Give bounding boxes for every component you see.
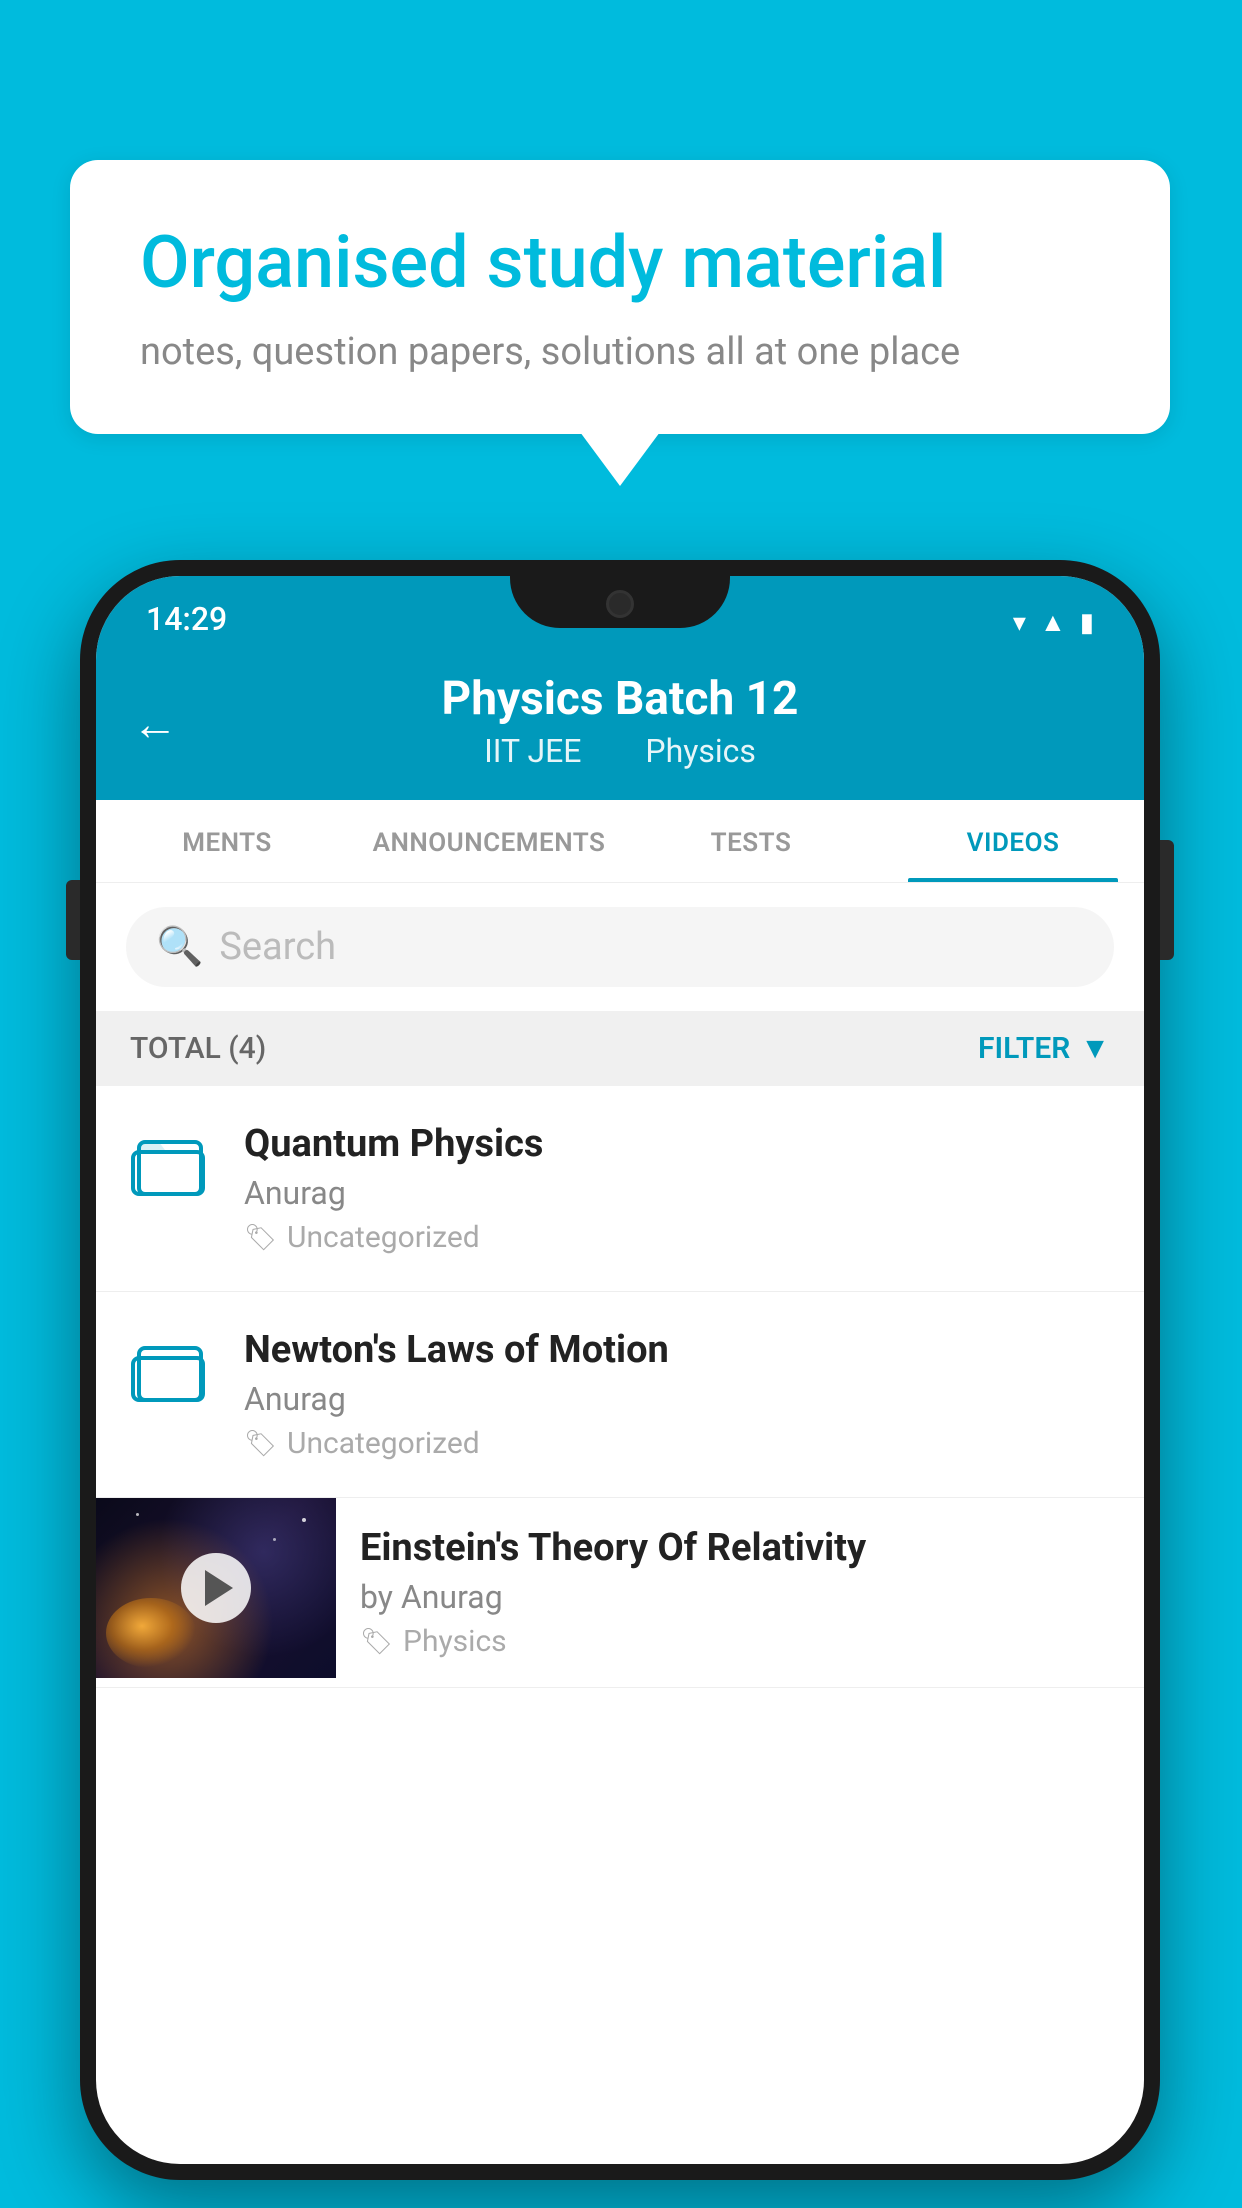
tabs-bar: MENTS ANNOUNCEMENTS TESTS VIDEOS [96,800,1144,883]
search-bar[interactable]: 🔍 Search [126,907,1114,987]
phone-outer: 14:29 ▾ ▲ ▮ ← Physics Batch 12 IIT JEE P… [80,560,1160,2180]
app-header: ← Physics Batch 12 IIT JEE Physics [96,648,1144,800]
list-item[interactable]: Quantum Physics Anurag 🏷 Uncategorized [96,1086,1144,1292]
item-title: Quantum Physics [244,1122,1114,1166]
wifi-icon: ▾ [1013,608,1026,638]
video-tag: 🏷 Physics [360,1624,1120,1659]
folder-icon [131,1333,211,1413]
folder-icon-wrap [126,1328,216,1418]
status-time: 14:29 [146,600,227,638]
tab-tests[interactable]: TESTS [620,800,882,882]
item-tag: 🏷 Uncategorized [244,1426,1114,1461]
tab-announcements[interactable]: ANNOUNCEMENTS [358,800,620,882]
signal-icon: ▲ [1040,607,1066,638]
status-icons: ▾ ▲ ▮ [1013,607,1094,638]
back-button[interactable]: ← [132,697,178,752]
battery-icon: ▮ [1080,608,1094,638]
search-container: 🔍 Search [96,883,1144,1011]
video-author: by Anurag [360,1578,1120,1616]
header-tag1: IIT JEE [484,732,581,770]
item-author: Anurag [244,1174,1114,1212]
header-title: Physics Batch 12 [136,672,1104,726]
folder-icon [131,1127,211,1207]
header-tag2: Physics [645,732,756,770]
video-thumbnail [96,1498,336,1678]
header-subtitle: IIT JEE Physics [136,732,1104,770]
tag-label: Uncategorized [287,1220,480,1255]
tag-icon: 🏷 [244,1429,277,1459]
video-item[interactable]: Einstein's Theory Of Relativity by Anura… [96,1498,1144,1688]
search-placeholder: Search [219,925,336,969]
tag-label: Physics [403,1624,507,1659]
speech-bubble-card: Organised study material notes, question… [70,160,1170,434]
tab-videos[interactable]: VIDEOS [882,800,1144,882]
item-title: Newton's Laws of Motion [244,1328,1114,1372]
play-button[interactable] [181,1553,251,1623]
phone-notch [510,576,730,628]
item-tag: 🏷 Uncategorized [244,1220,1114,1255]
phone-screen: 14:29 ▾ ▲ ▮ ← Physics Batch 12 IIT JEE P… [96,576,1144,2164]
video-title: Einstein's Theory Of Relativity [360,1526,1120,1570]
phone-mockup: 14:29 ▾ ▲ ▮ ← Physics Batch 12 IIT JEE P… [80,560,1160,2180]
filter-label: FILTER [978,1031,1070,1066]
item-content: Quantum Physics Anurag 🏷 Uncategorized [244,1122,1114,1255]
tag-label: Uncategorized [287,1426,480,1461]
phone-camera [606,590,634,618]
item-content: Newton's Laws of Motion Anurag 🏷 Uncateg… [244,1328,1114,1461]
search-icon: 🔍 [156,925,203,969]
total-count: TOTAL (4) [130,1031,266,1066]
play-triangle [205,1570,233,1606]
tag-icon: 🏷 [244,1223,277,1253]
tag-icon: 🏷 [360,1627,393,1657]
video-content: Einstein's Theory Of Relativity by Anura… [336,1498,1144,1687]
tab-ments[interactable]: MENTS [96,800,358,882]
folder-icon-wrap [126,1122,216,1212]
speech-bubble-subtitle: notes, question papers, solutions all at… [140,330,1100,374]
filter-button[interactable]: FILTER ▼ [978,1031,1110,1066]
speech-bubble-title: Organised study material [140,220,1100,306]
item-author: Anurag [244,1380,1114,1418]
filter-icon: ▼ [1080,1031,1110,1066]
filter-bar: TOTAL (4) FILTER ▼ [96,1011,1144,1086]
list-item[interactable]: Newton's Laws of Motion Anurag 🏷 Uncateg… [96,1292,1144,1498]
